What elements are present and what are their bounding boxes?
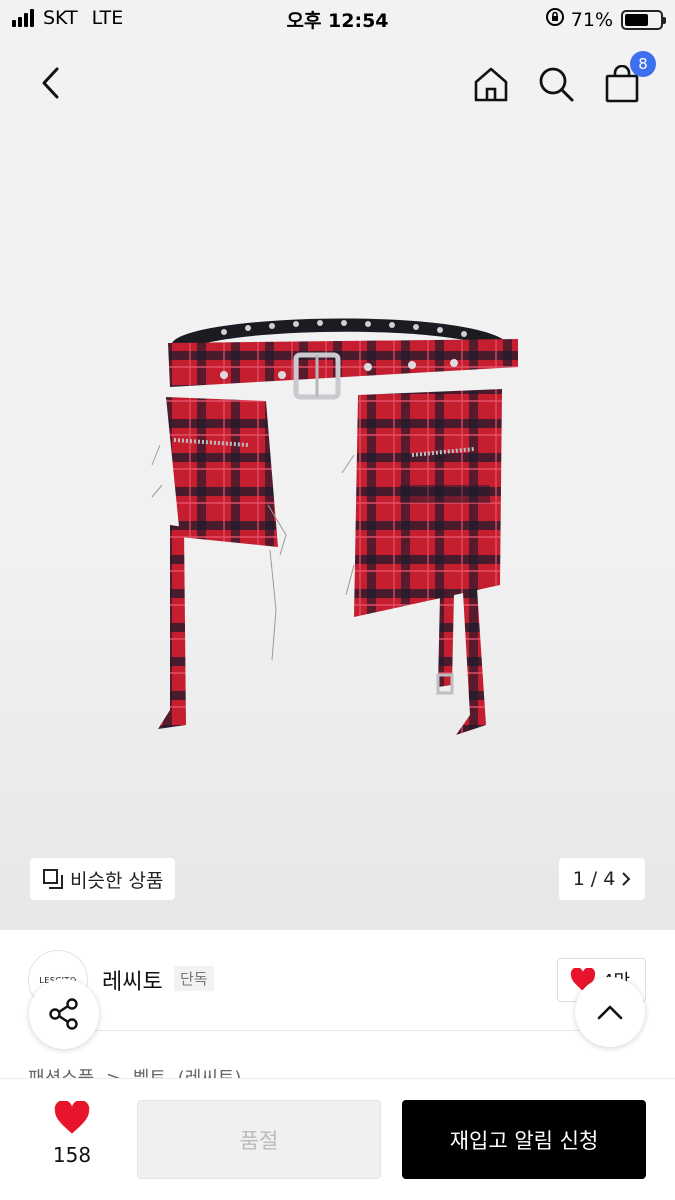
- gallery-separator: /: [590, 868, 598, 890]
- home-icon: [474, 67, 508, 102]
- status-bar: SKT LTE 오후 12:54 71%: [0, 0, 675, 38]
- share-button[interactable]: [29, 979, 99, 1049]
- back-button[interactable]: [30, 62, 72, 104]
- search-icon: [539, 67, 574, 102]
- similar-products-label: 비슷한 상품: [70, 869, 164, 892]
- back-icon: [42, 67, 59, 99]
- brand-name[interactable]: 레씨토: [102, 964, 163, 996]
- product-gallery[interactable]: SKT LTE 오후 12:54 71% 8 비슷한 상품 1 / 4: [0, 0, 675, 930]
- gallery-total: 4: [603, 868, 616, 890]
- gallery-counter[interactable]: 1 / 4: [559, 858, 645, 900]
- search-button[interactable]: [534, 62, 578, 106]
- battery-icon: [621, 9, 666, 30]
- similar-products-button[interactable]: 비슷한 상품: [30, 858, 176, 900]
- scroll-top-button[interactable]: [575, 977, 645, 1047]
- bottom-action-bar: 158 품절 재입고 알림 신청: [0, 1078, 675, 1200]
- product-image: [150, 305, 530, 749]
- chevron-up-icon: [597, 1005, 623, 1020]
- gallery-current: 1: [572, 868, 585, 890]
- chevron-right-icon: [622, 872, 631, 886]
- similar-products-icon: [43, 869, 63, 889]
- like-button[interactable]: 158: [30, 1100, 114, 1167]
- like-count: 158: [52, 1143, 92, 1167]
- divider: [90, 1030, 610, 1031]
- cart-count-badge: 8: [630, 51, 656, 77]
- heart-icon: [54, 1100, 90, 1134]
- battery-percent: 71%: [570, 8, 613, 31]
- home-button[interactable]: [469, 62, 513, 106]
- exclusive-badge: 단독: [174, 966, 214, 991]
- share-icon: [49, 998, 78, 1030]
- rotation-lock-icon: [545, 7, 565, 32]
- soldout-button[interactable]: 품절: [137, 1100, 381, 1179]
- restock-alert-button[interactable]: 재입고 알림 신청: [402, 1100, 646, 1179]
- cart-button[interactable]: 8: [600, 51, 656, 106]
